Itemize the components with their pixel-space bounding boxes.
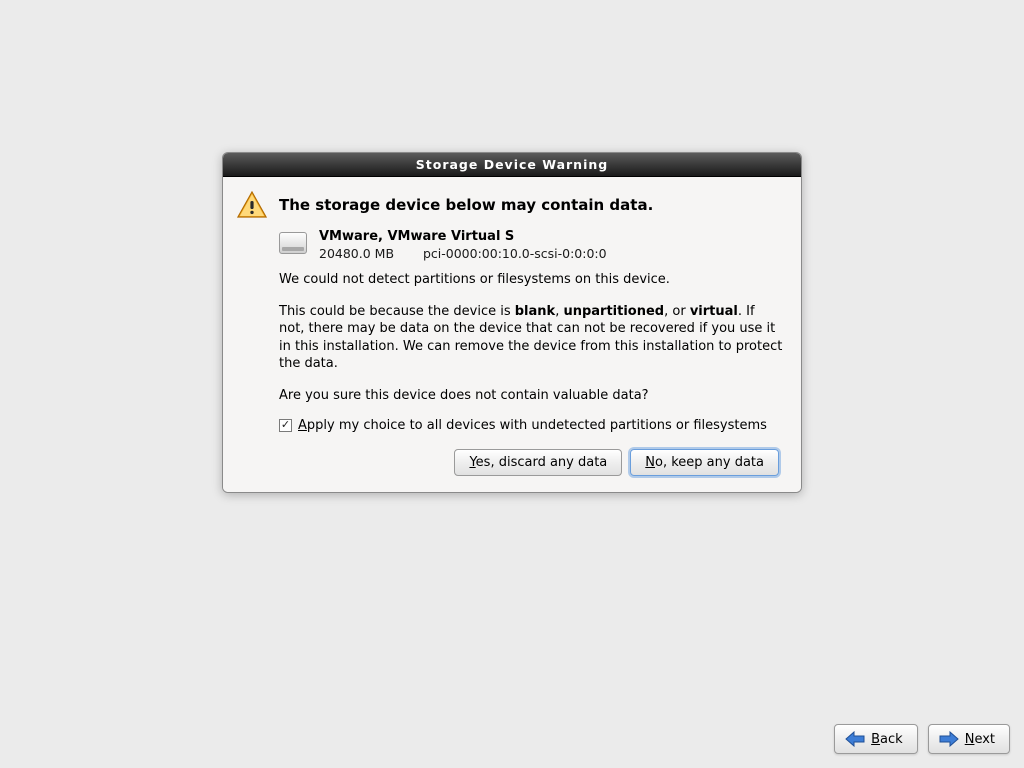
- arrow-left-icon: [845, 731, 865, 747]
- device-size: 20480.0 MB: [319, 246, 419, 261]
- device-meta: 20480.0 MB pci-0000:00:10.0-scsi-0:0:0:0: [319, 246, 607, 261]
- dialog-titlebar: Storage Device Warning: [223, 153, 801, 177]
- msg-confirm: Are you sure this device does not contai…: [279, 387, 783, 405]
- warning-icon: [237, 191, 267, 219]
- yes-discard-button[interactable]: Yes, discard any data: [454, 449, 622, 476]
- dialog-body: The storage device below may contain dat…: [223, 177, 801, 492]
- device-info: VMware, VMware Virtual S 20480.0 MB pci-…: [279, 229, 783, 261]
- apply-all-label: Apply my choice to all devices with unde…: [298, 418, 767, 433]
- next-button[interactable]: Next: [928, 724, 1010, 754]
- msg-nodetect: We could not detect partitions or filesy…: [279, 271, 783, 289]
- arrow-right-icon: [939, 731, 959, 747]
- no-keep-button[interactable]: No, keep any data: [630, 449, 779, 476]
- apply-all-checkbox-row[interactable]: Apply my choice to all devices with unde…: [279, 418, 783, 433]
- back-button[interactable]: Back: [834, 724, 918, 754]
- device-name: VMware, VMware Virtual S: [319, 229, 607, 244]
- storage-warning-dialog: Storage Device Warning The storage devic…: [222, 152, 802, 493]
- msg-reason: This could be because the device is blan…: [279, 303, 783, 373]
- dialog-headline: The storage device below may contain dat…: [279, 196, 653, 214]
- device-path: pci-0000:00:10.0-scsi-0:0:0:0: [423, 246, 607, 261]
- wizard-nav: Back Next: [834, 724, 1010, 754]
- apply-all-checkbox[interactable]: [279, 419, 292, 432]
- disk-icon: [279, 232, 307, 254]
